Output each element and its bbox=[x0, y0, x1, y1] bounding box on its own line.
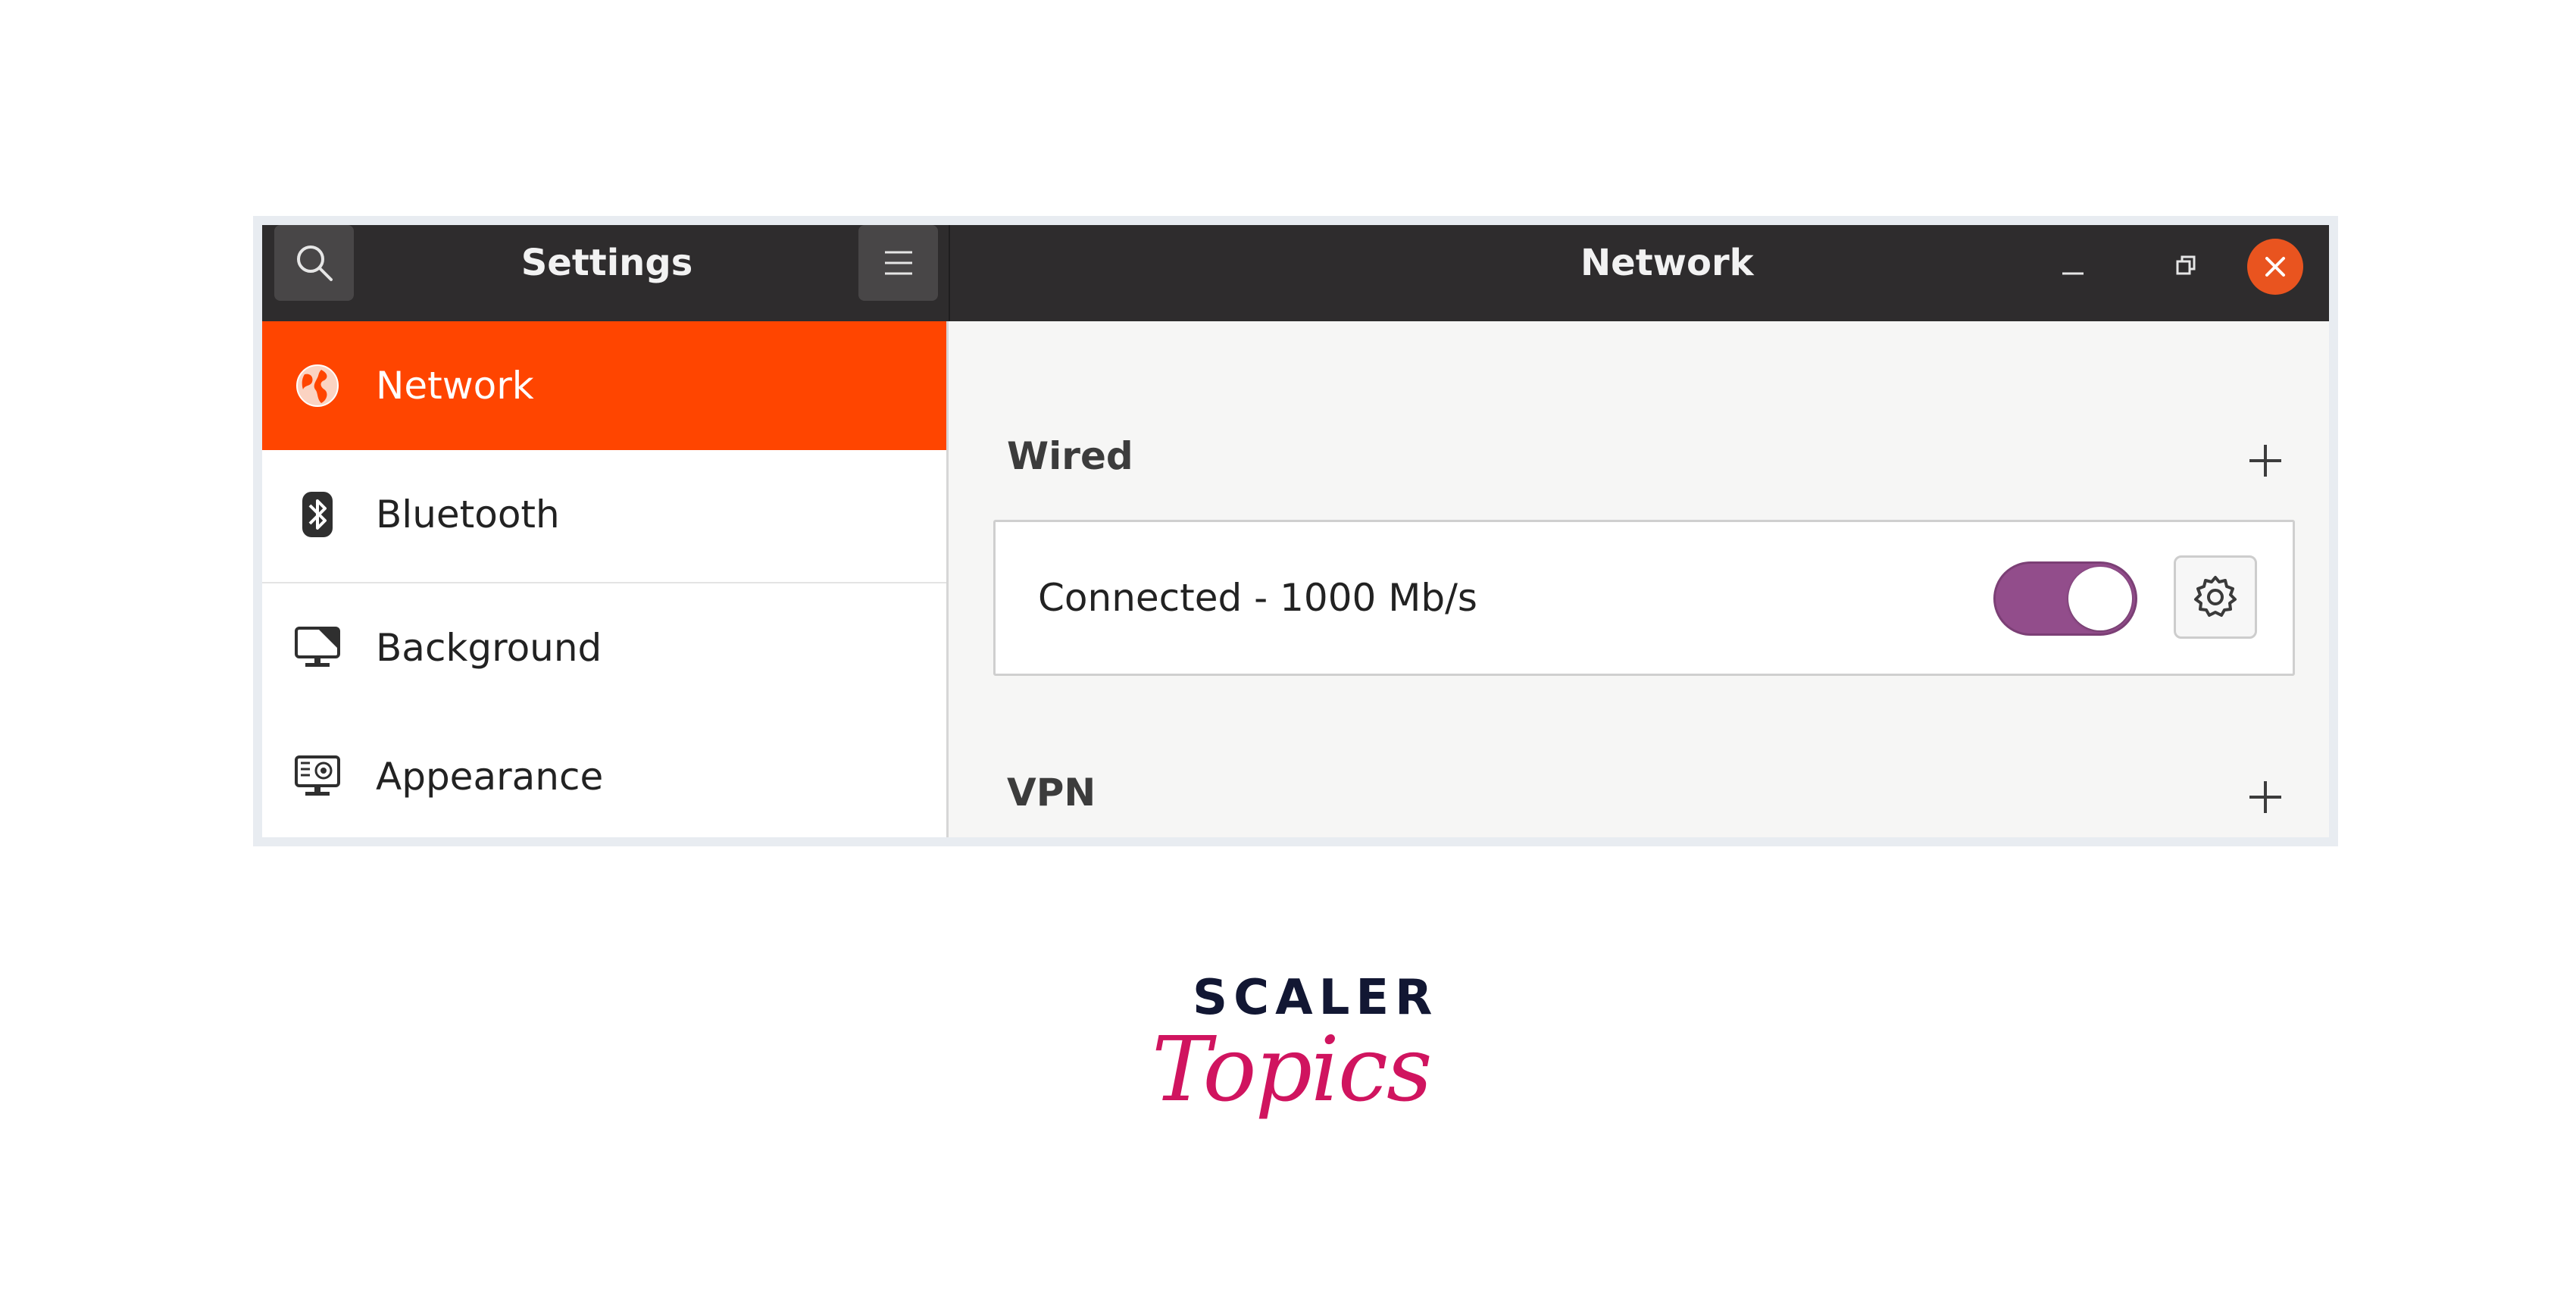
wired-toggle-switch[interactable] bbox=[1993, 561, 2137, 636]
header-bar: Settings Network bbox=[262, 225, 2329, 321]
minimize-icon bbox=[2062, 272, 2084, 275]
bluetooth-icon bbox=[292, 489, 342, 539]
plus-icon bbox=[2249, 445, 2281, 477]
plus-icon bbox=[2249, 781, 2281, 813]
toggle-knob bbox=[2068, 567, 2132, 630]
sidebar-item-background[interactable]: Background bbox=[262, 583, 946, 712]
logo-text-topics: Topics bbox=[1152, 1017, 1433, 1121]
vpn-section-title: VPN bbox=[1007, 771, 1096, 815]
connection-status: Connected - 1000 Mb/s bbox=[1038, 576, 1477, 620]
sidebar: Network Bluetooth Background Appearance bbox=[262, 321, 949, 837]
gear-icon bbox=[2194, 576, 2237, 617]
sidebar-item-appearance[interactable]: Appearance bbox=[262, 712, 946, 837]
header-divider bbox=[949, 225, 950, 321]
add-wired-button[interactable] bbox=[2239, 434, 2292, 487]
globe-icon bbox=[292, 361, 342, 411]
sidebar-item-label: Network bbox=[376, 364, 534, 408]
restore-button[interactable] bbox=[2162, 243, 2208, 289]
settings-title: Settings bbox=[521, 242, 693, 284]
search-button[interactable] bbox=[274, 225, 354, 301]
add-vpn-button[interactable] bbox=[2239, 771, 2292, 824]
close-icon bbox=[2265, 257, 2285, 277]
sidebar-item-bluetooth[interactable]: Bluetooth bbox=[262, 450, 946, 579]
minimize-button[interactable] bbox=[2050, 243, 2096, 289]
menu-button[interactable] bbox=[858, 225, 938, 301]
network-page-title: Network bbox=[1580, 242, 1754, 284]
close-button[interactable] bbox=[2247, 239, 2303, 295]
settings-window: Settings Network Network Bluetooth Backg… bbox=[262, 225, 2329, 837]
wired-connection-card: Connected - 1000 Mb/s bbox=[993, 520, 2295, 676]
wired-settings-button[interactable] bbox=[2174, 555, 2257, 639]
scaler-topics-logo: SCALER Topics bbox=[1152, 970, 1433, 1182]
appearance-icon bbox=[292, 752, 342, 802]
restore-icon bbox=[2176, 255, 2196, 275]
sidebar-item-label: Bluetooth bbox=[376, 493, 560, 536]
search-icon bbox=[296, 246, 333, 281]
wired-section-title: Wired bbox=[1007, 434, 1133, 478]
sidebar-item-network[interactable]: Network bbox=[262, 321, 946, 450]
sidebar-item-label: Appearance bbox=[376, 755, 604, 799]
sidebar-item-label: Background bbox=[376, 626, 602, 670]
monitor-icon bbox=[292, 623, 342, 673]
hamburger-menu-icon bbox=[884, 251, 912, 275]
